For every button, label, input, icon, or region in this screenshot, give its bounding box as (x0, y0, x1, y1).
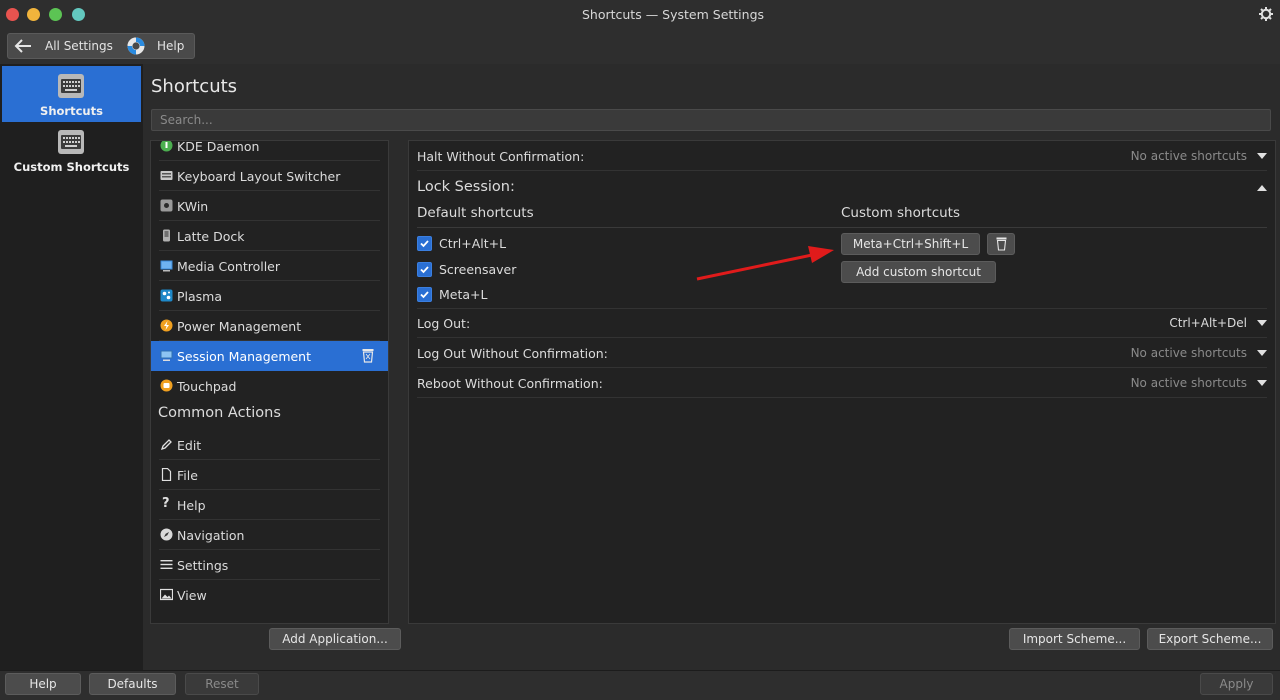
annotation-arrow (696, 246, 834, 281)
help-button[interactable]: Help (5, 673, 81, 695)
reset-button[interactable]: Reset (185, 673, 259, 695)
apply-button[interactable]: Apply (1200, 673, 1273, 695)
bottom-bar: Help Defaults Reset Apply (0, 670, 1280, 700)
defaults-button[interactable]: Defaults (89, 673, 176, 695)
